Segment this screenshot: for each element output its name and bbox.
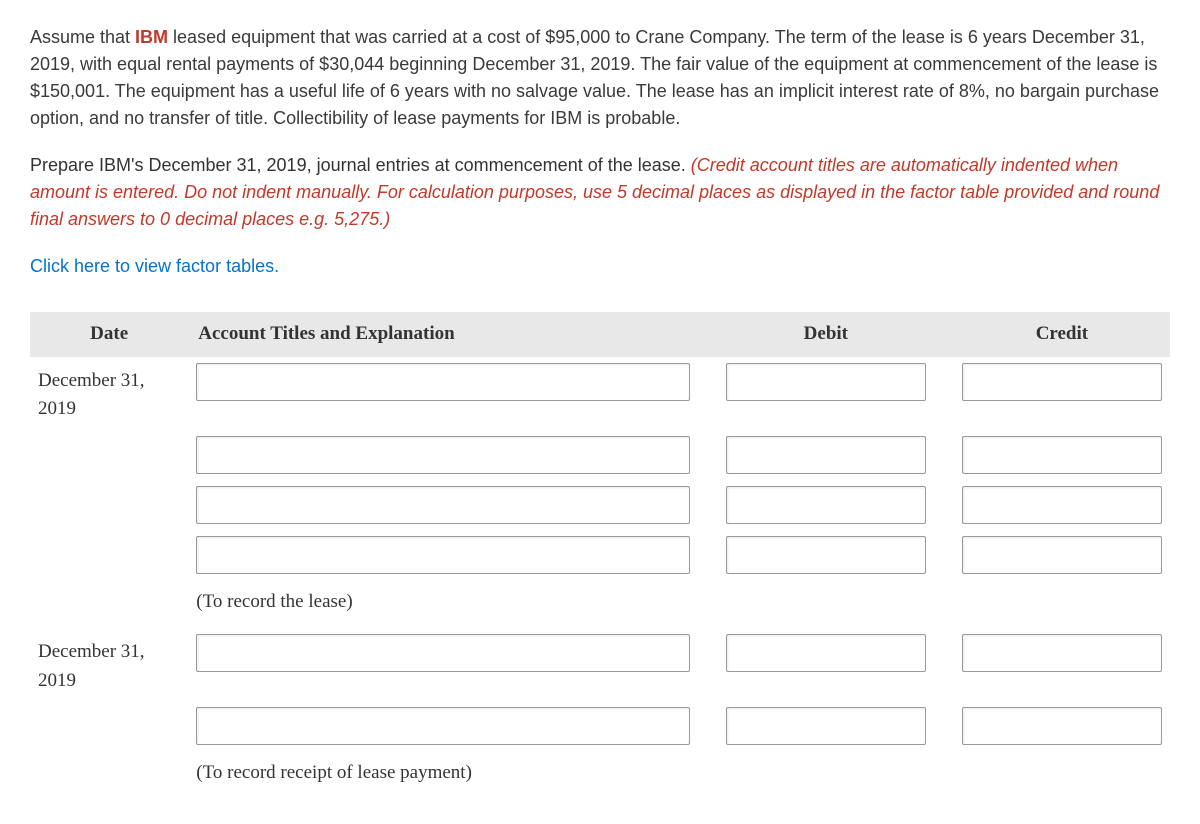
caption-row-1: (To record the lease) [30, 580, 1170, 629]
account-input-2-1[interactable] [196, 634, 690, 672]
account-input-1-3[interactable] [196, 486, 690, 524]
debit-input-1-1[interactable] [726, 363, 926, 401]
caption-2: (To record receipt of lease payment) [188, 751, 698, 800]
header-account: Account Titles and Explanation [188, 312, 698, 357]
spacer [698, 312, 718, 357]
account-input-1-2[interactable] [196, 436, 690, 474]
debit-input-2-2[interactable] [726, 707, 926, 745]
table-row [30, 430, 1170, 480]
header-debit: Debit [718, 312, 934, 357]
account-input-2-2[interactable] [196, 707, 690, 745]
spacer [934, 312, 954, 357]
table-row: December 31, 2019 [30, 357, 1170, 430]
debit-input-1-3[interactable] [726, 486, 926, 524]
instruction-lead: Prepare IBM's December 31, 2019, journal… [30, 155, 691, 175]
table-row [30, 701, 1170, 751]
date-cell-1: December 31, 2019 [30, 357, 188, 430]
caption-1: (To record the lease) [188, 580, 698, 629]
problem-paragraph-1: Assume that IBM leased equipment that wa… [30, 24, 1170, 132]
header-credit: Credit [954, 312, 1170, 357]
debit-input-1-2[interactable] [726, 436, 926, 474]
problem-paragraph-2: Prepare IBM's December 31, 2019, journal… [30, 152, 1170, 233]
credit-input-1-3[interactable] [962, 486, 1162, 524]
credit-input-2-1[interactable] [962, 634, 1162, 672]
credit-input-1-4[interactable] [962, 536, 1162, 574]
table-row: December 31, 2019 [30, 628, 1170, 701]
table-row [30, 480, 1170, 530]
brand-name: IBM [135, 27, 168, 47]
account-input-1-1[interactable] [196, 363, 690, 401]
text-rest: leased equipment that was carried at a c… [30, 27, 1159, 128]
caption-row-2: (To record receipt of lease payment) [30, 751, 1170, 800]
factor-tables-link[interactable]: Click here to view factor tables. [30, 253, 279, 280]
credit-input-1-2[interactable] [962, 436, 1162, 474]
header-date: Date [30, 312, 188, 357]
credit-input-1-1[interactable] [962, 363, 1162, 401]
table-row [30, 530, 1170, 580]
text-prefix: Assume that [30, 27, 135, 47]
journal-entry-table: Date Account Titles and Explanation Debi… [30, 312, 1170, 800]
date-cell-2: December 31, 2019 [30, 628, 188, 701]
account-input-1-4[interactable] [196, 536, 690, 574]
debit-input-2-1[interactable] [726, 634, 926, 672]
debit-input-1-4[interactable] [726, 536, 926, 574]
credit-input-2-2[interactable] [962, 707, 1162, 745]
